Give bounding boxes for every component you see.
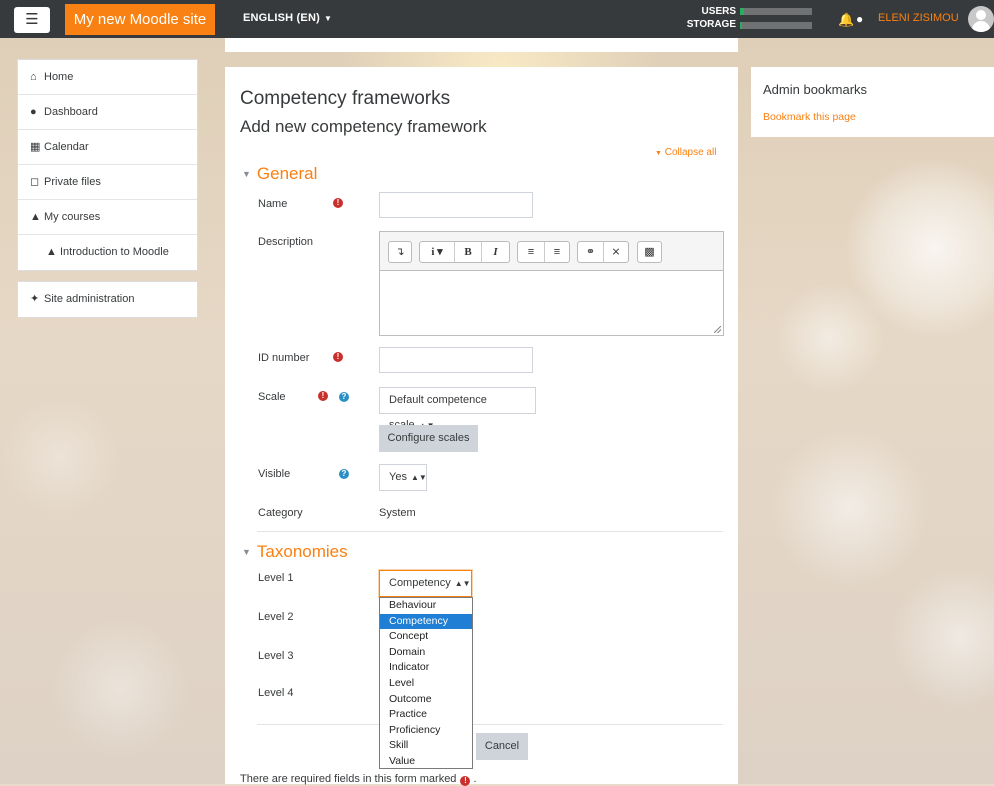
name-label: Name xyxy=(258,198,288,210)
dropdown-option[interactable]: Value xyxy=(380,754,472,770)
section-general-header[interactable]: ▼ General xyxy=(242,164,317,184)
dropdown-option[interactable]: Outcome xyxy=(380,692,472,708)
required-icon: ! xyxy=(333,198,343,208)
user-menu-name[interactable]: ELENI ZISIMOU xyxy=(878,12,959,24)
italic-icon[interactable]: I xyxy=(481,242,509,262)
header-strip xyxy=(225,38,738,52)
level1-dropdown-list: Behaviour Competency Concept Domain Indi… xyxy=(379,597,473,769)
description-label: Description xyxy=(258,236,314,248)
graduation-cap-icon: ▲ xyxy=(46,246,57,258)
scale-label: Scale xyxy=(258,391,286,403)
dropdown-option-selected[interactable]: Competency xyxy=(380,613,472,630)
level4-label: Level 4 xyxy=(258,687,294,699)
drawer-item-course[interactable]: ▲ Introduction to Moodle xyxy=(18,235,197,270)
caret-down-icon: ▼ xyxy=(242,169,251,179)
dropdown-option[interactable]: Domain xyxy=(380,645,472,661)
dropdown-option[interactable]: Level xyxy=(380,676,472,692)
caret-down-icon: ▼ xyxy=(655,150,662,157)
language-menu[interactable]: ENGLISH (EN) ▼ xyxy=(243,12,332,24)
page-subtitle: Add new competency framework xyxy=(240,117,487,136)
collapse-all-link[interactable]: ▼ Collapse all xyxy=(655,147,716,158)
image-icon[interactable]: ▩ xyxy=(638,242,661,262)
dropdown-option[interactable]: Concept xyxy=(380,629,472,645)
drawer-item-home[interactable]: ⌂ Home xyxy=(18,60,197,95)
chat-bubble-icon[interactable]: ● xyxy=(856,12,863,26)
editor-toolbar: ↴ i ▾ B I ≡ ≡ ⚭ ⨯ ▩ xyxy=(380,232,723,270)
required-fields-note: There are required fields in this form m… xyxy=(240,773,477,786)
help-icon[interactable]: ? xyxy=(339,469,349,479)
bold-icon[interactable]: B xyxy=(454,242,481,262)
show-more-icon[interactable]: ↴ xyxy=(389,242,411,262)
page-title: Competency frameworks xyxy=(240,88,451,109)
bookmark-this-page-link[interactable]: Bookmark this page xyxy=(763,111,856,123)
drawer-item-dashboard[interactable]: ● Dashboard xyxy=(18,95,197,130)
description-textarea[interactable] xyxy=(380,270,723,335)
admin-drawer: ✦ Site administration xyxy=(17,281,198,318)
description-editor: ↴ i ▾ B I ≡ ≡ ⚭ ⨯ ▩ xyxy=(379,231,724,336)
required-icon: ! xyxy=(460,776,471,786)
name-input[interactable] xyxy=(379,192,533,218)
top-navbar: ☰ My new Moodle site ENGLISH (EN) ▼ USERS… xyxy=(0,0,994,38)
bell-icon[interactable]: 🔔 xyxy=(838,12,854,28)
select-arrows-icon: ▲▼ xyxy=(410,473,427,482)
dropdown-option[interactable]: Skill xyxy=(380,738,472,754)
help-icon[interactable]: ? xyxy=(339,392,349,402)
category-value: System xyxy=(379,507,416,519)
avatar[interactable] xyxy=(968,6,994,32)
select-arrows-icon: ▲▼ xyxy=(454,579,471,588)
drawer-item-my-courses[interactable]: ▲ My courses xyxy=(18,200,197,235)
unlink-icon[interactable]: ⨯ xyxy=(603,242,628,262)
level1-label: Level 1 xyxy=(258,572,294,584)
site-name-link[interactable]: My new Moodle site xyxy=(65,4,215,35)
level1-select[interactable]: Competency ▲▼ xyxy=(379,570,472,597)
link-icon[interactable]: ⚭ xyxy=(578,242,603,262)
caret-down-icon: ▼ xyxy=(242,547,251,557)
paragraph-styles-icon[interactable]: i ▾ xyxy=(420,242,454,262)
divider xyxy=(257,531,723,532)
configure-scales-button[interactable]: Configure scales xyxy=(379,425,478,452)
level3-label: Level 3 xyxy=(258,650,294,662)
visible-select[interactable]: Yes ▲▼ xyxy=(379,464,427,491)
storage-usage-label: STORAGE xyxy=(686,19,736,30)
dashboard-icon: ● xyxy=(30,106,37,118)
caret-down-icon: ▼ xyxy=(323,14,333,23)
users-usage-bar xyxy=(740,8,812,15)
graduation-cap-icon: ▲ xyxy=(30,211,41,223)
unordered-list-icon[interactable]: ≡ xyxy=(518,242,544,262)
language-label: ENGLISH (EN) xyxy=(243,12,320,24)
storage-usage-bar xyxy=(740,22,812,29)
dropdown-option[interactable]: Practice xyxy=(380,707,472,723)
nav-drawer: ⌂ Home ● Dashboard ▦ Calendar ◻ Private file… xyxy=(17,59,198,271)
dropdown-option[interactable]: Proficiency xyxy=(380,723,472,739)
visible-label: Visible xyxy=(258,468,291,480)
required-icon: ! xyxy=(333,352,343,362)
users-usage-label: USERS xyxy=(701,6,736,17)
calendar-icon: ▦ xyxy=(30,141,41,153)
drawer-item-site-administration[interactable]: ✦ Site administration xyxy=(18,282,197,317)
block-title: Admin bookmarks xyxy=(763,82,868,97)
drawer-item-private-files[interactable]: ◻ Private files xyxy=(18,165,197,200)
wrench-icon: ✦ xyxy=(30,293,40,305)
dropdown-option[interactable]: Indicator xyxy=(380,660,472,676)
usage-labels: USERS STORAGE xyxy=(660,5,736,31)
ordered-list-icon[interactable]: ≡ xyxy=(544,242,569,262)
idnumber-label: ID number xyxy=(258,352,310,364)
cancel-button[interactable]: Cancel xyxy=(476,733,528,760)
dropdown-option[interactable]: Behaviour xyxy=(380,598,472,614)
idnumber-input[interactable] xyxy=(379,347,533,373)
home-icon: ⌂ xyxy=(30,71,37,83)
scale-select[interactable]: Default competence scale▲▼ xyxy=(379,387,536,431)
drawer-item-calendar[interactable]: ▦ Calendar xyxy=(18,130,197,165)
file-icon: ◻ xyxy=(30,176,40,188)
divider xyxy=(257,724,723,725)
admin-bookmarks-block: Admin bookmarks Bookmark this page xyxy=(751,67,994,137)
required-icon: ! xyxy=(318,391,328,401)
category-label: Category xyxy=(258,507,303,519)
resize-handle-icon[interactable] xyxy=(714,326,721,333)
hamburger-icon[interactable]: ☰ xyxy=(14,7,50,33)
section-taxonomies-header[interactable]: ▼ Taxonomies xyxy=(242,542,348,562)
level2-label: Level 2 xyxy=(258,611,294,623)
